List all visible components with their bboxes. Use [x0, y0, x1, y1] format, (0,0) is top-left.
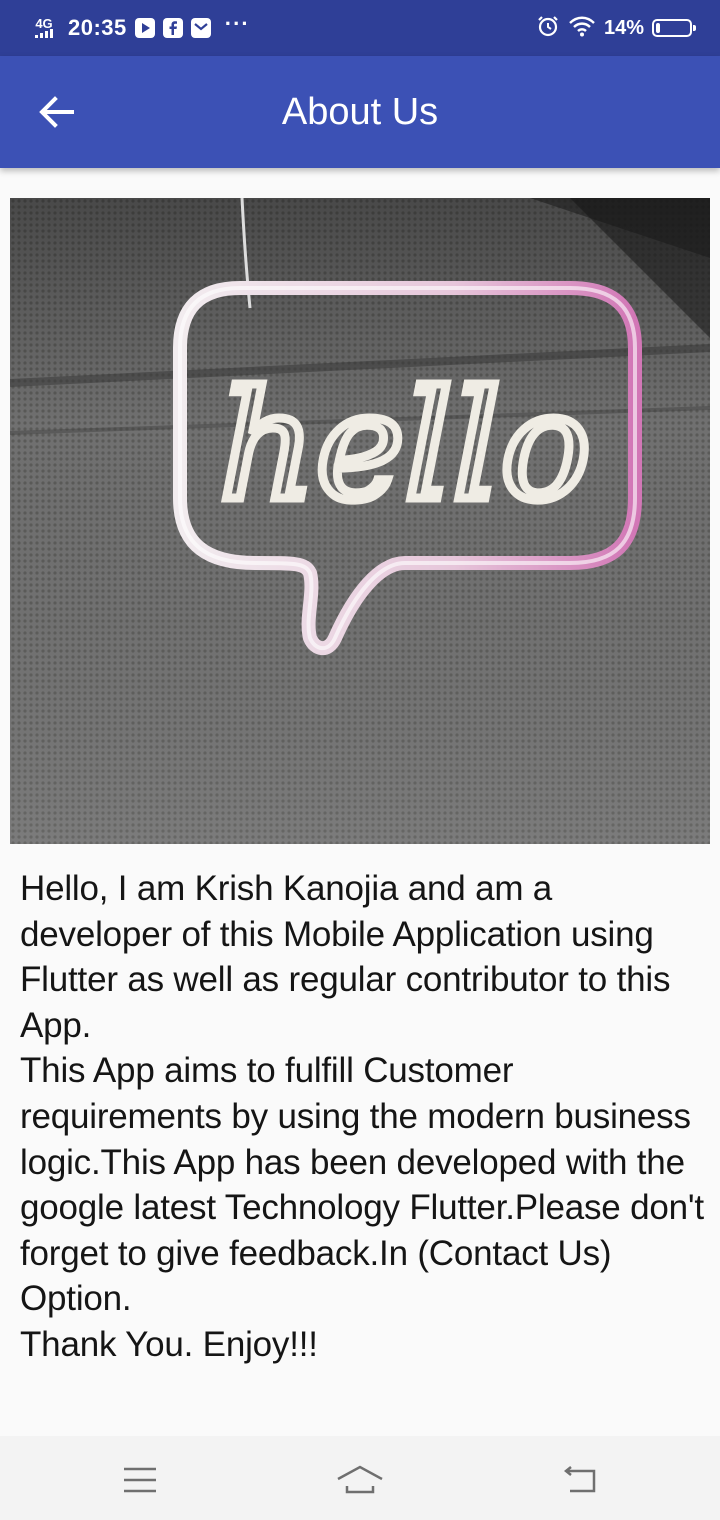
battery-fill: [656, 23, 660, 33]
about-paragraph-aims: This App aims to fulfill Customer requir…: [20, 1051, 704, 1319]
about-paragraph-intro: Hello, I am Krish Kanojia and am a devel…: [20, 869, 671, 1045]
about-paragraph-thanks: Thank You. Enjoy!!!: [20, 1324, 318, 1364]
home-icon: [337, 1465, 383, 1494]
page-title: About Us: [281, 91, 439, 133]
system-nav-bar: [0, 1436, 720, 1520]
play-notification-icon: [134, 18, 155, 38]
wifi-icon: [568, 15, 596, 42]
back-icon: [563, 1466, 596, 1493]
alarm-icon: [536, 14, 560, 43]
network-type: 4G: [35, 16, 53, 31]
hero-image: hello: [10, 198, 710, 844]
status-left: 4G 20:35 ···: [30, 11, 250, 41]
status-bar: 4G 20:35 ··· 14%: [0, 0, 720, 56]
battery-icon: [652, 19, 696, 37]
nav-back-button[interactable]: [550, 1458, 610, 1502]
about-text: Hello, I am Krish Kanojia and am a devel…: [20, 866, 704, 1368]
menu-button[interactable]: [110, 1458, 170, 1502]
menu-icon: [124, 1467, 156, 1493]
battery-percent: 14%: [603, 16, 644, 39]
home-button[interactable]: [330, 1458, 390, 1502]
app-bar: About Us: [0, 56, 720, 168]
status-right: 14%: [536, 14, 696, 43]
neon-hello-text: hello: [219, 360, 591, 534]
facebook-notification-icon: [162, 18, 183, 38]
mail-notification-icon: [190, 18, 211, 38]
status-time: 20:35: [68, 15, 127, 40]
network-indicator: 4G: [30, 16, 58, 38]
more-notifications: ···: [224, 11, 250, 36]
